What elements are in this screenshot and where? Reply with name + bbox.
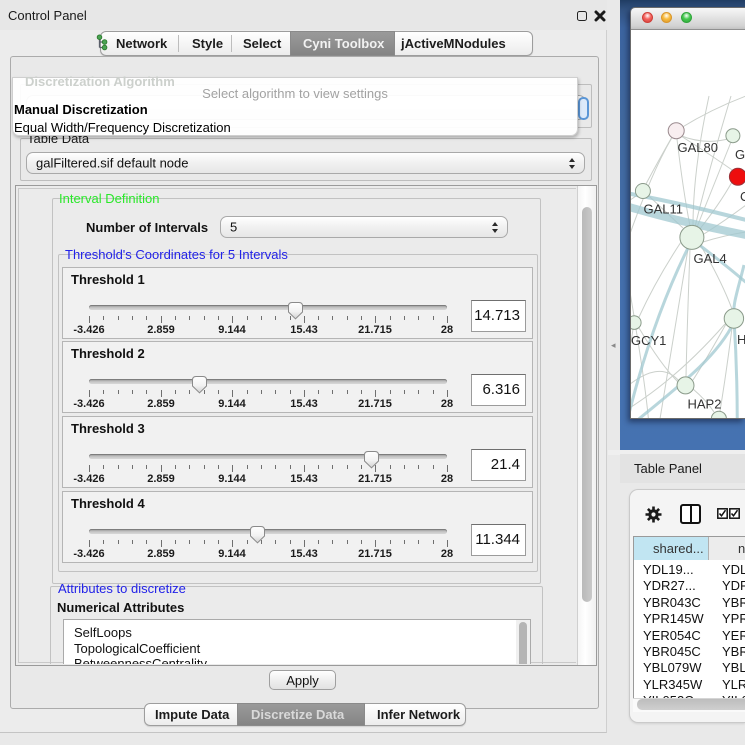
svg-text:GAL80: GAL80 xyxy=(678,140,718,155)
svg-text:GAL4: GAL4 xyxy=(694,251,727,266)
svg-text:HAP2: HAP2 xyxy=(688,397,722,412)
svg-text:GAL11: GAL11 xyxy=(644,202,684,217)
svg-text:G.: G. xyxy=(735,147,745,162)
svg-text:GCY1: GCY1 xyxy=(631,333,666,348)
svg-text:C: C xyxy=(740,189,745,204)
svg-text:H: H xyxy=(737,332,745,347)
